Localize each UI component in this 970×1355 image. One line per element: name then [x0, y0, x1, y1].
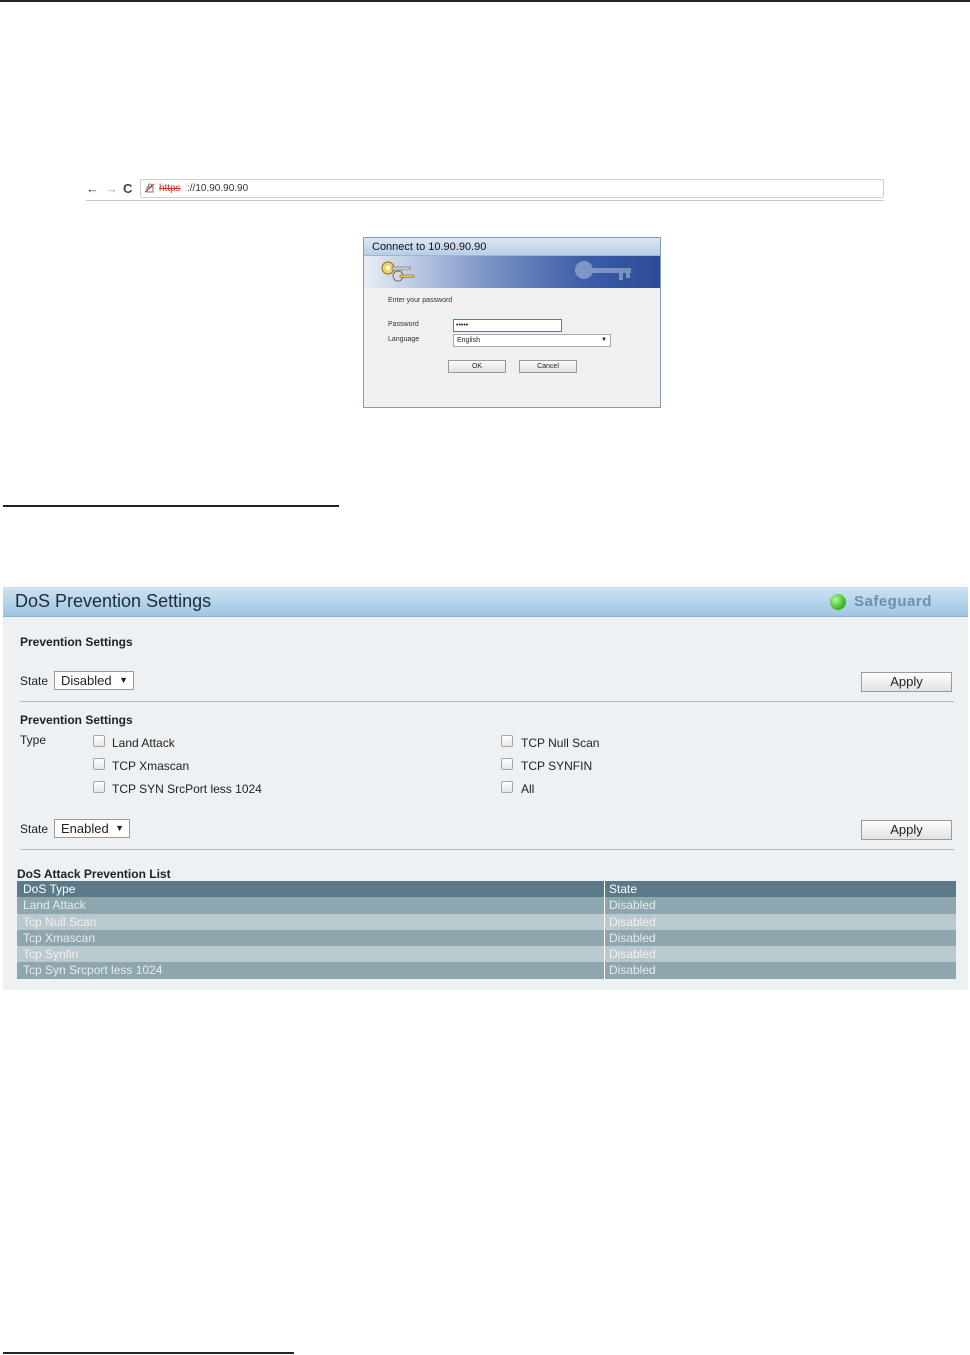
banner-watermark	[575, 261, 631, 280]
language-value: English	[457, 337, 480, 344]
chevron-down-icon: ▼	[601, 337, 607, 343]
table-row: Tcp Xmascan Disabled	[17, 929, 956, 947]
dos-type-cell: Tcp Xmascan	[23, 930, 96, 945]
chevron-down-icon: ▼	[119, 675, 128, 685]
cancel-button[interactable]: Cancel	[519, 360, 577, 373]
type-label: Type	[20, 733, 47, 747]
password-label: Password	[388, 321, 419, 328]
column-header: State	[604, 881, 956, 898]
state-cell: Disabled	[604, 897, 956, 914]
footer-rule	[3, 1352, 294, 1354]
reload-icon[interactable]: C	[123, 181, 132, 197]
checkbox-label: All	[521, 782, 535, 796]
safeguard-status-icon	[830, 594, 846, 610]
address-bar-divider	[86, 200, 884, 201]
keys-icon	[381, 261, 415, 282]
state-select-value: Disabled	[61, 673, 112, 688]
dos-type-cell: Tcp Synfin	[23, 947, 79, 962]
list-title: DoS Attack Prevention List	[17, 867, 171, 881]
password-field[interactable]: •••••	[453, 319, 562, 332]
ok-button[interactable]: OK	[448, 360, 506, 373]
dos-type-cell: Tcp Null Scan	[23, 914, 97, 929]
state-cell: Disabled	[604, 913, 956, 930]
checkbox-label: Land Attack	[112, 736, 175, 750]
column-header: DoS Type	[23, 882, 76, 896]
section-rule	[3, 505, 339, 507]
forward-arrow-icon[interactable]: →	[105, 181, 118, 197]
checkbox-label: TCP SYN SrcPort less 1024	[112, 782, 262, 796]
state-cell: Disabled	[604, 929, 956, 947]
chevron-down-icon: ▼	[115, 823, 124, 833]
page-title: DoS Prevention Settings	[15, 591, 212, 611]
state-select[interactable]: Enabled ▼	[54, 819, 130, 838]
divider	[20, 849, 954, 850]
table-header-row: DoS Type State	[17, 881, 956, 898]
table-row: Tcp Synfin Disabled	[17, 946, 956, 963]
divider	[20, 701, 954, 702]
insecure-lock-icon	[144, 183, 155, 196]
land-attack-checkbox[interactable]	[93, 735, 105, 747]
url-scheme: https	[159, 183, 181, 194]
apply-button[interactable]: Apply	[861, 672, 952, 692]
section-title: Prevention Settings	[20, 713, 133, 727]
state-select[interactable]: Disabled ▼	[54, 671, 134, 690]
safeguard-indicator: Safeguard	[830, 592, 952, 612]
language-label: Language	[388, 336, 420, 343]
dialog-banner	[364, 256, 660, 288]
tcp-synfin-checkbox[interactable]	[501, 758, 513, 770]
table-row: Tcp Null Scan Disabled	[17, 913, 956, 930]
state-cell: Disabled	[604, 962, 956, 979]
state-label: State	[20, 674, 49, 688]
section-title: Prevention Settings	[20, 635, 133, 649]
dos-attack-table: DoS Type State Land Attack Disabled Tcp …	[17, 881, 956, 979]
tcp-xmascan-checkbox[interactable]	[93, 758, 105, 770]
url-input[interactable]: https ://10.90.90.90	[140, 179, 884, 198]
login-dialog: Connect to 10.90.90.90 Enter your passwo…	[363, 237, 661, 408]
dos-type-cell: Land Attack	[23, 898, 86, 913]
dos-prevention-panel: DoS Prevention Settings Safeguard Preven…	[3, 587, 968, 990]
state-select-value: Enabled	[61, 821, 109, 836]
table-row: Land Attack Disabled	[17, 897, 956, 914]
state-label: State	[20, 822, 49, 836]
safeguard-label: Safeguard	[854, 593, 932, 610]
checkbox-label: TCP Null Scan	[521, 736, 600, 750]
browser-address-bar: ← → C https ://10.90.90.90	[86, 179, 884, 201]
tcp-null-scan-checkbox[interactable]	[501, 735, 513, 747]
dialog-title: Connect to 10.90.90.90	[364, 238, 660, 256]
dos-type-cell: Tcp Syn Srcport less 1024	[23, 963, 163, 978]
table-row: Tcp Syn Srcport less 1024 Disabled	[17, 962, 956, 979]
top-rule	[0, 0, 970, 2]
dialog-prompt: Enter your password	[388, 297, 453, 304]
checkbox-label: TCP Xmascan	[112, 759, 190, 773]
tcp-syn-srcport-checkbox[interactable]	[93, 781, 105, 793]
panel-header: DoS Prevention Settings Safeguard	[3, 587, 968, 617]
apply-button[interactable]: Apply	[861, 820, 952, 840]
url-host: ://10.90.90.90	[187, 183, 249, 194]
state-cell: Disabled	[604, 946, 956, 963]
back-arrow-icon[interactable]: ←	[86, 181, 99, 197]
checkbox-label: TCP SYNFIN	[521, 759, 593, 773]
language-select[interactable]: English ▼	[453, 334, 611, 347]
all-checkbox[interactable]	[501, 781, 513, 793]
